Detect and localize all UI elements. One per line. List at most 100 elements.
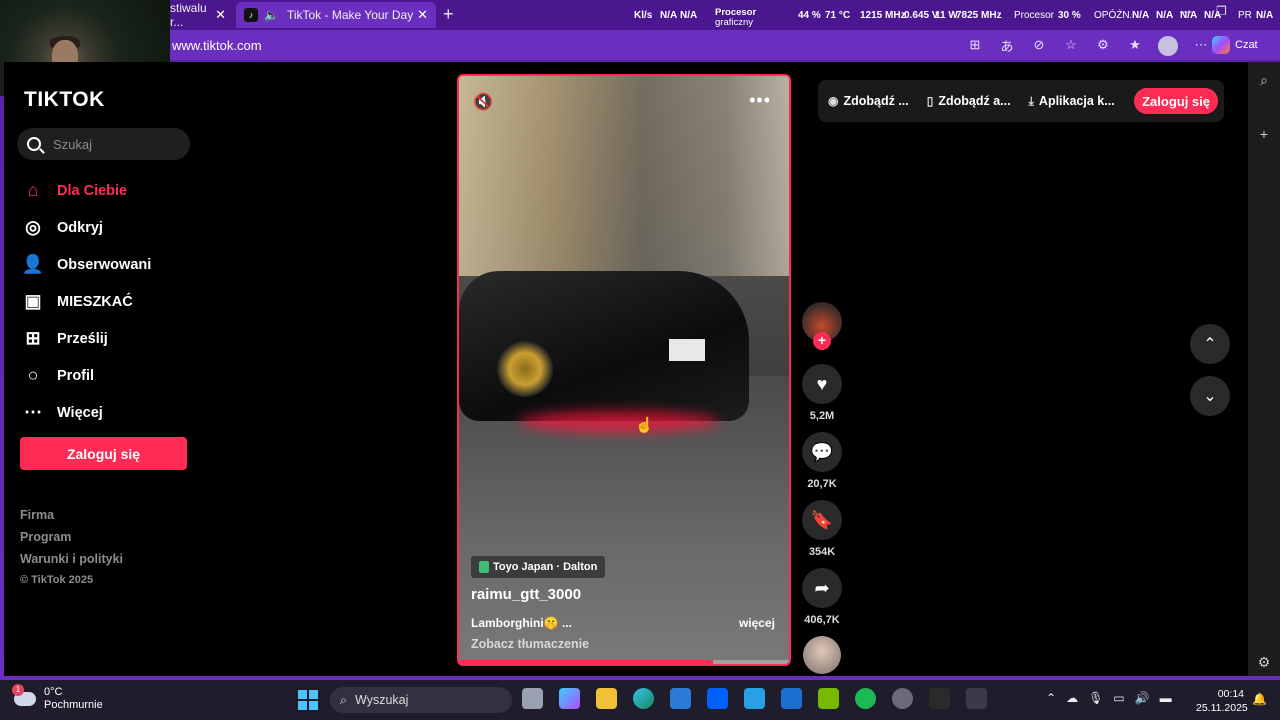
spotify-icon[interactable] (855, 688, 876, 709)
top-login-button[interactable]: Zaloguj się (1134, 88, 1218, 114)
login-button[interactable]: Zaloguj się (20, 437, 187, 470)
creator-avatar[interactable]: + (802, 302, 842, 350)
apps-icon[interactable]: ⊞ (966, 36, 984, 54)
sidebar-item-upload[interactable]: ⊞ Prześlij (22, 320, 202, 357)
nvidia-icon[interactable] (818, 688, 839, 709)
search-input[interactable]: Szukaj (17, 128, 190, 160)
battery-icon[interactable]: ▬ (1160, 691, 1172, 705)
car-underglow (519, 411, 719, 433)
follow-plus-icon[interactable]: + (813, 332, 831, 350)
speaker-icon[interactable]: 🔈 (264, 8, 279, 22)
tab-title: TikTok - Make Your Day (286, 8, 414, 22)
sidebar-item-label: Odkryj (57, 219, 103, 236)
hud-value: N/A (660, 10, 678, 21)
music-disc-avatar[interactable] (803, 636, 841, 674)
next-video-button[interactable]: ⌄ (1190, 376, 1230, 416)
favorites-icon[interactable]: ★ (1126, 36, 1144, 54)
translate-icon[interactable]: あ (998, 36, 1016, 54)
weather-widget[interactable]: 1 0°C Pochmurnie (12, 684, 103, 712)
sidebar-item-obserwowani[interactable]: 👤 Obserwowani (22, 246, 202, 283)
previous-video-button[interactable]: ⌃ (1190, 324, 1230, 364)
footer-link-program[interactable]: Program (20, 526, 123, 548)
sidebar-item-dla-ciebie[interactable]: ⌂ Dla Ciebie (22, 172, 202, 209)
clock[interactable]: 00:14 25.11.2025 (1196, 687, 1248, 715)
network-icon[interactable]: ▭ (1113, 691, 1124, 705)
share-button[interactable]: ➦ (802, 568, 842, 608)
start-button[interactable] (298, 690, 318, 710)
car-plate (669, 339, 705, 361)
like-button[interactable]: ♥ (802, 364, 842, 404)
chevron-up-icon[interactable]: ⌃ (1046, 691, 1056, 705)
more-icon: ⋯ (24, 402, 42, 422)
more-menu-icon[interactable]: ⋯ (1192, 36, 1210, 54)
save-button[interactable]: 🔖 (802, 500, 842, 540)
video-player[interactable]: 🔇 ••• ☝ Toyo Japan · Dalton raimu_gtt_30… (457, 74, 791, 666)
taskbar-apps (522, 688, 987, 709)
get-app-link[interactable]: ▯ Zdobądź a... (927, 94, 1011, 108)
upload-icon: ⊞ (25, 328, 41, 348)
mute-icon[interactable]: 🔇 (473, 92, 493, 112)
restore-icon[interactable]: ❐ (1216, 4, 1227, 18)
sidebar-item-label: Dla Ciebie (57, 182, 128, 199)
sidebar-nav: ⌂ Dla Ciebie ◎ Odkryj 👤 Obserwowani ▣ MI… (22, 172, 202, 431)
volume-icon[interactable]: 🔊 (1135, 691, 1150, 705)
sidebar-item-wiecej[interactable]: ⋯ Więcej (22, 394, 202, 431)
favorite-star-icon[interactable]: ☆ (1062, 36, 1080, 54)
profile-avatar[interactable] (1158, 36, 1178, 56)
microphone-icon[interactable]: 🎙 (1088, 691, 1103, 705)
mail-icon[interactable] (781, 688, 802, 709)
sidebar-item-profil[interactable]: ○ Profil (22, 357, 202, 394)
tracking-prevention-icon[interactable]: ⊘ (1030, 36, 1048, 54)
see-more-link[interactable]: więcej (739, 616, 775, 630)
app-icon[interactable] (744, 688, 765, 709)
steam-icon[interactable] (892, 688, 913, 709)
taskbar-search[interactable]: ⌕ Wyszukaj (330, 687, 512, 713)
video-progress-fill (459, 660, 713, 664)
app-n-icon[interactable] (966, 688, 987, 709)
task-view-icon[interactable] (522, 688, 543, 709)
hud-value: 0.645 V (904, 10, 939, 21)
sidebar-item-odkryj[interactable]: ◎ Odkryj (22, 209, 202, 246)
new-tab-button[interactable]: + (443, 4, 454, 25)
settings-gear-icon[interactable]: ⚙ (1256, 654, 1272, 670)
epic-games-icon[interactable] (929, 688, 950, 709)
weather-condition: Pochmurnie (44, 699, 103, 711)
see-translation-link[interactable]: Zobacz tłumaczenie (471, 637, 589, 651)
edge-browser-icon[interactable] (633, 688, 654, 709)
footer-link-firma[interactable]: Firma (20, 504, 123, 526)
clock-time: 00:14 (1217, 688, 1244, 700)
tiktok-logo[interactable]: TIKTOK (24, 88, 105, 112)
get-coins-link[interactable]: ◉ Zdobądź ... (828, 94, 909, 108)
hud-value: 1215 MHz (860, 10, 906, 21)
search-icon (27, 137, 41, 151)
url-field[interactable]: www.tiktok.com (172, 38, 262, 53)
onedrive-icon[interactable]: ☁ (1066, 691, 1078, 705)
copilot-app-icon[interactable] (559, 688, 580, 709)
video-username[interactable]: raimu_gtt_3000 (471, 586, 581, 603)
dropbox-icon[interactable] (707, 688, 728, 709)
search-icon[interactable]: ⌕ (1256, 72, 1272, 88)
file-explorer-icon[interactable] (596, 688, 617, 709)
copilot-chat-button[interactable]: Czat (1212, 34, 1272, 56)
tab-other[interactable]: stiwalu r... ✕ (170, 1, 234, 29)
pill-label: Aplikacja k... (1038, 94, 1115, 108)
store-icon[interactable] (670, 688, 691, 709)
footer-link-terms[interactable]: Warunki i polityki (20, 548, 123, 570)
comment-button[interactable]: 💬 (802, 432, 842, 472)
add-icon[interactable]: + (1256, 126, 1272, 142)
video-tag-label: Toyo Japan · Dalton (493, 561, 598, 573)
video-description: Lamborghini🤫 ... (471, 616, 572, 630)
video-location-tag[interactable]: Toyo Japan · Dalton (471, 556, 606, 578)
notification-bell-icon[interactable]: 🔔 (1252, 692, 1267, 706)
video-more-icon[interactable]: ••• (749, 90, 771, 111)
minimize-icon[interactable]: — (1180, 4, 1192, 18)
close-tab-icon[interactable]: ✕ (215, 7, 226, 23)
desktop-app-link[interactable]: ⤓ Aplikacja k... (1029, 94, 1115, 109)
close-tab-icon[interactable]: ✕ (417, 7, 428, 23)
sidebar-item-live[interactable]: ▣ MIESZKAĆ (22, 283, 202, 320)
tab-tiktok[interactable]: ♪ 🔈 TikTok - Make Your Day ✕ (236, 2, 436, 28)
video-progress-bar[interactable] (459, 660, 789, 664)
edge-sidebar: ⌕ + ⚙ (1248, 62, 1280, 676)
hud-value: 11 W (935, 10, 958, 21)
extensions-icon[interactable]: ⚙ (1094, 36, 1112, 54)
